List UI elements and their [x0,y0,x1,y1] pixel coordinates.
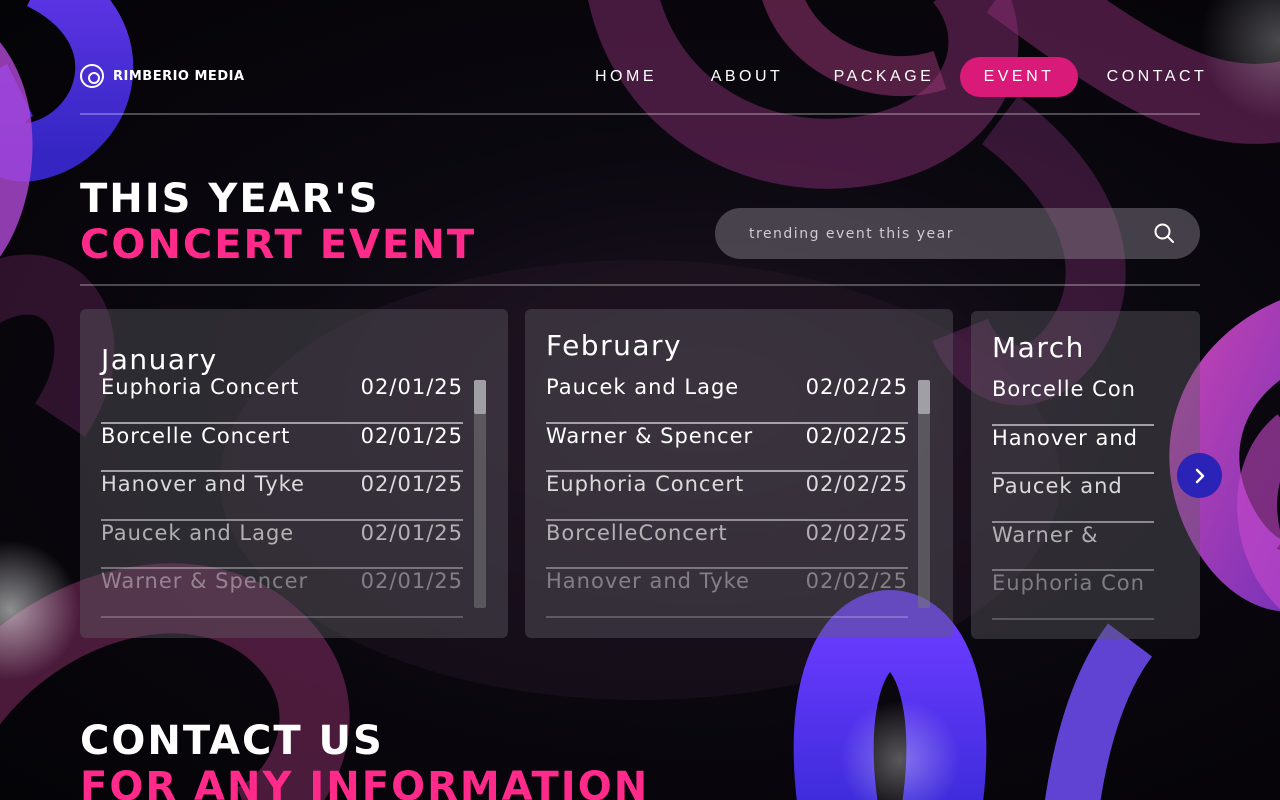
event-row[interactable]: Hanover and [992,425,1154,474]
event-name: Borcelle Con [992,377,1136,401]
event-row[interactable]: Paucek and Lage 02/02/25 [546,375,908,424]
event-date: 02/01/25 [360,520,463,545]
contact-title: CONTACT US [80,718,384,764]
event-list: Euphoria Concert 02/01/25 Borcelle Conce… [101,375,463,618]
scrollbar[interactable] [918,380,930,608]
event-row[interactable]: Hanover and Tyke 02/02/25 [546,569,908,618]
event-date: 02/02/25 [805,569,908,593]
event-row[interactable]: Euphoria Con [992,571,1154,620]
event-name: Paucek and Lage [101,520,295,545]
event-row[interactable]: Warner & [992,522,1154,571]
event-name: Euphoria Concert [101,375,300,399]
event-row[interactable]: Warner & Spencer 02/02/25 [546,423,908,472]
event-name: BorcelleConcert [546,520,728,545]
event-row[interactable]: Paucek and [992,474,1154,523]
event-row[interactable]: Euphoria Concert 02/01/25 [101,375,463,424]
search-input[interactable] [749,208,1139,259]
event-date: 02/01/25 [360,569,463,593]
event-list: Borcelle Con Hanover and Paucek and Warn… [992,377,1154,620]
month-title: February [546,329,683,362]
event-name: Hanover and Tyke [101,472,305,496]
event-row[interactable]: Hanover and Tyke 02/01/25 [101,472,463,521]
event-date: 02/01/25 [360,423,463,448]
scrollbar[interactable] [474,380,486,608]
nav-home[interactable]: HOME [587,57,665,97]
search-bar [715,208,1200,259]
nav-about[interactable]: ABOUT [702,57,792,97]
event-date: 02/02/25 [805,472,908,496]
event-name: Paucek and Lage [546,375,740,399]
month-card-february: February Paucek and Lage 02/02/25 Warner… [525,309,953,638]
main-nav: HOME ABOUT PACKAGE EVENT CONTACT [0,57,1280,97]
event-name: Warner & [992,522,1099,547]
nav-package[interactable]: PACKAGE [826,57,942,97]
event-row[interactable]: Euphoria Concert 02/02/25 [546,472,908,521]
hero-subtitle: CONCERT EVENT [80,222,477,268]
scrollbar-thumb[interactable] [918,380,930,414]
event-row[interactable]: Borcelle Con [992,377,1154,426]
event-row[interactable]: Paucek and Lage 02/01/25 [101,520,463,569]
event-row[interactable]: BorcelleConcert 02/02/25 [546,520,908,569]
event-row[interactable]: Borcelle Concert 02/01/25 [101,423,463,472]
scrollbar-thumb[interactable] [474,380,486,414]
section-divider [80,284,1200,286]
event-name: Hanover and Tyke [546,569,750,593]
event-row[interactable]: Warner & Spencer 02/01/25 [101,569,463,618]
event-date: 02/02/25 [805,375,908,399]
month-card-january: January Euphoria Concert 02/01/25 Borcel… [80,309,508,638]
chevron-right-icon [1195,468,1204,483]
event-date: 02/01/25 [360,375,463,399]
event-list: Paucek and Lage 02/02/25 Warner & Spence… [546,375,908,618]
carousel-next-button[interactable] [1177,453,1222,498]
month-title: January [101,343,218,376]
event-date: 02/01/25 [360,472,463,496]
month-title: March [992,331,1085,364]
nav-contact[interactable]: CONTACT [1098,57,1216,97]
header-divider [80,113,1200,115]
nav-event[interactable]: EVENT [960,57,1078,97]
event-date: 02/02/25 [805,520,908,545]
search-icon[interactable] [1154,223,1174,243]
contact-subtitle: FOR ANY INFORMATION [80,764,650,800]
event-date: 02/02/25 [805,423,908,448]
event-name: Borcelle Concert [101,423,291,448]
month-card-march: March Borcelle Con Hanover and Paucek an… [971,311,1200,639]
event-name: Hanover and [992,425,1138,450]
event-name: Warner & Spencer [101,569,309,593]
event-name: Euphoria Con [992,571,1145,595]
hero-title: THIS YEAR'S [80,176,380,222]
event-name: Warner & Spencer [546,423,754,448]
event-name: Euphoria Concert [546,472,745,496]
event-name: Paucek and [992,474,1123,498]
